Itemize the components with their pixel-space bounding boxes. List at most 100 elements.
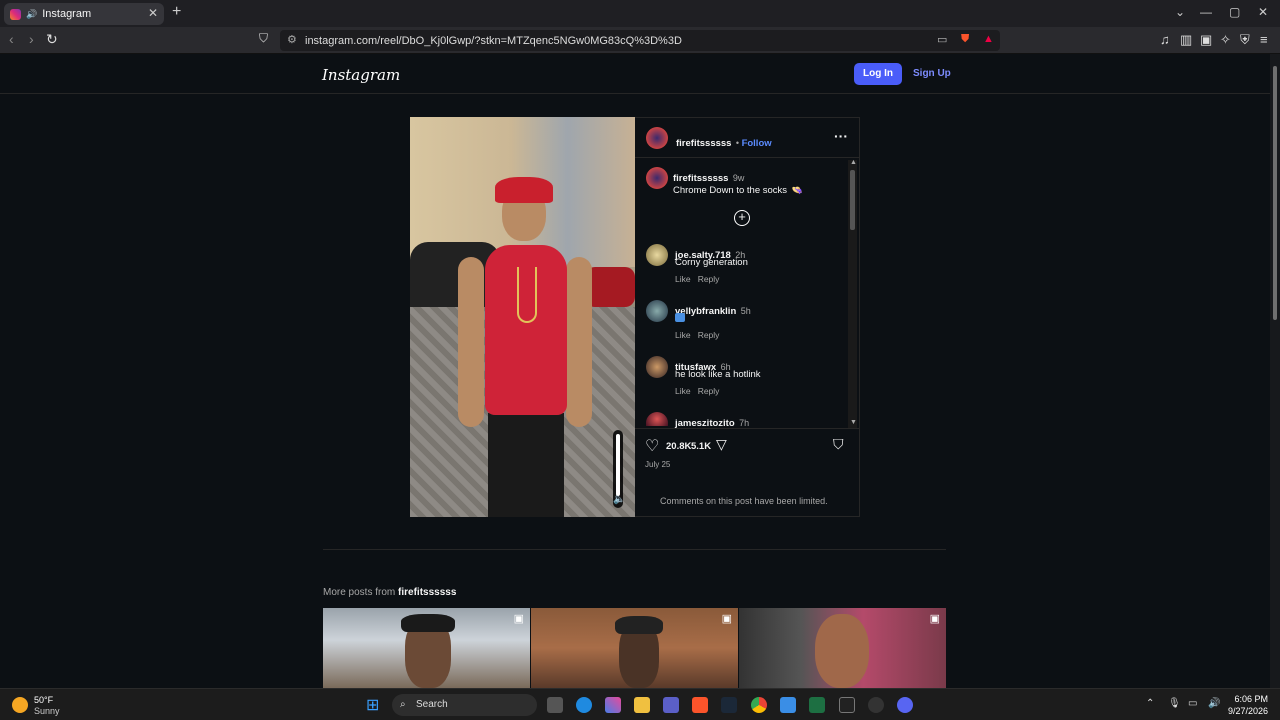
share-icon[interactable]: ▽ <box>716 436 727 453</box>
person-red-cap <box>495 177 553 203</box>
show-hidden-icons-icon[interactable]: ⌃ <box>1146 698 1154 709</box>
volume-icon[interactable]: 🔊 <box>1208 698 1220 709</box>
task-view-icon[interactable] <box>547 697 563 713</box>
tab-title: Instagram <box>42 8 92 20</box>
emoji-icon <box>675 313 685 322</box>
avatar[interactable] <box>646 127 668 149</box>
post-footer: ♡ 20.8K 5.1K ▽ ⛉ July 25 Comments on thi… <box>635 428 859 518</box>
new-tab-icon[interactable]: + <box>172 3 181 21</box>
speaker-icon[interactable]: 🔈 <box>613 494 625 505</box>
speaker-icon[interactable]: 🔊 <box>26 9 37 20</box>
brave-icon[interactable] <box>692 697 708 713</box>
more-posts-user[interactable]: firefitssssss <box>398 587 456 598</box>
sun-weather-icon[interactable] <box>12 697 28 713</box>
capcut-icon[interactable] <box>839 697 855 713</box>
browser-tab-bar: 🔊 Instagram ✕ + ⌄ — ▢ ✕ <box>0 0 1280 27</box>
page-scroll-thumb[interactable] <box>1273 66 1277 320</box>
cast-icon[interactable]: ▭ <box>937 33 947 46</box>
reply-comment-button[interactable]: Reply <box>698 330 720 340</box>
edge-icon[interactable] <box>576 697 592 713</box>
avatar[interactable] <box>646 300 668 322</box>
url-text: instagram.com/reel/DbO_Kj0lGwp/?stkn=MTZ… <box>305 34 682 47</box>
address-bar[interactable]: ⚙ instagram.com/reel/DbO_Kj0lGwp/?stkn=M… <box>280 30 1000 51</box>
close-window-icon[interactable]: ✕ <box>1258 5 1268 19</box>
post-username[interactable]: firefitssssss <box>676 138 731 149</box>
more-posts-prefix: More posts from <box>323 587 396 598</box>
search-label: Search <box>416 699 448 710</box>
steam-icon[interactable] <box>721 697 737 713</box>
leo-ai-icon[interactable]: ✧ <box>1220 32 1231 48</box>
person-face <box>815 614 869 688</box>
caption-text: Chrome Down to the socks <box>673 185 788 196</box>
more-options-icon[interactable]: ··· <box>834 128 848 144</box>
like-heart-icon[interactable]: ♡ <box>645 436 659 456</box>
like-comment-button[interactable]: Like <box>675 330 691 340</box>
weather-temp[interactable]: 50°F <box>34 695 53 705</box>
photos-icon[interactable] <box>780 697 796 713</box>
log-in-button[interactable]: Log In <box>854 63 902 85</box>
copilot-icon[interactable] <box>605 697 621 713</box>
avatar[interactable] <box>646 244 668 266</box>
load-more-comments-icon[interactable]: + <box>734 210 750 226</box>
likes-count: 20.8K <box>666 441 692 452</box>
person-arm <box>566 257 592 427</box>
back-icon[interactable]: ‹ <box>9 31 14 47</box>
excel-icon[interactable] <box>809 697 825 713</box>
sidebar-icon[interactable]: ▥ <box>1180 32 1192 48</box>
clock-time[interactable]: 6:06 PM <box>1234 694 1268 704</box>
brave-shield-icon[interactable]: ⛊ <box>961 33 969 46</box>
sign-up-link[interactable]: Sign Up <box>913 68 951 79</box>
post-thumbnail[interactable]: ▣ <box>739 608 946 688</box>
microphone-icon[interactable]: 🎙 <box>1168 698 1181 709</box>
minimize-icon[interactable]: — <box>1200 5 1212 19</box>
wallet-icon[interactable]: ▣ <box>1200 32 1212 48</box>
tab-list-chevron-icon[interactable]: ⌄ <box>1175 5 1185 19</box>
menu-icon[interactable]: ≡ <box>1260 32 1268 47</box>
comments-scroll-thumb[interactable] <box>850 170 855 230</box>
chrome-icon[interactable] <box>751 697 767 713</box>
comment-text: Corny generation <box>675 257 748 268</box>
teams-icon[interactable] <box>663 697 679 713</box>
save-bookmark-icon[interactable]: ⛉ <box>833 436 844 453</box>
vpn-icon[interactable]: ⛨ <box>1240 32 1250 48</box>
reel-video[interactable] <box>410 117 635 517</box>
network-icon[interactable]: ▭ <box>1188 698 1197 709</box>
brave-rewards-icon[interactable]: ▲ <box>983 33 994 45</box>
discord-icon[interactable] <box>897 697 913 713</box>
reply-comment-button[interactable]: Reply <box>698 386 720 396</box>
post-panel: firefitssssss • Follow ··· firefitssssss… <box>635 117 860 517</box>
comment-time: 5h <box>740 306 751 316</box>
taskbar-search[interactable]: ⌕ Search <box>392 694 537 716</box>
like-comment-button[interactable]: Like <box>675 274 691 284</box>
file-explorer-icon[interactable] <box>634 697 650 713</box>
clock-date[interactable]: 9/27/2026 <box>1226 706 1268 716</box>
site-info-icon[interactable]: ⚙ <box>287 33 297 46</box>
weather-condition[interactable]: Sunny <box>34 706 60 716</box>
post-thumbnail[interactable]: ▣ <box>531 608 738 688</box>
search-icon: ⌕ <box>400 699 406 710</box>
forward-icon[interactable]: › <box>29 31 34 47</box>
reply-comment-button[interactable]: Reply <box>698 274 720 284</box>
windows-start-icon[interactable]: ⊞ <box>366 695 379 715</box>
reel-icon: ▣ <box>513 613 524 625</box>
comments-count: 5.1K <box>691 441 712 452</box>
instagram-logo[interactable]: Instagram <box>322 66 400 84</box>
post-thumbnail[interactable]: ▣ <box>323 608 530 688</box>
avatar[interactable] <box>646 167 668 189</box>
reel-icon: ▣ <box>929 613 940 625</box>
reload-icon[interactable]: ↻ <box>46 31 58 48</box>
scroll-up-icon[interactable]: ▲ <box>850 159 857 166</box>
avatar[interactable] <box>646 412 668 426</box>
like-comment-button[interactable]: Like <box>675 386 691 396</box>
bookmark-icon[interactable]: ⛉ <box>259 31 268 46</box>
person-cap <box>615 616 663 634</box>
restore-icon[interactable]: ▢ <box>1229 5 1240 19</box>
scroll-down-icon[interactable]: ▼ <box>850 419 857 426</box>
tab-instagram[interactable]: 🔊 Instagram ✕ <box>4 3 164 25</box>
close-tab-icon[interactable]: ✕ <box>148 6 158 20</box>
browser-nav-bar: ‹ › ↻ ⛉ ⚙ instagram.com/reel/DbO_Kj0lGwp… <box>0 27 1280 54</box>
media-icon[interactable]: ♫ <box>1160 32 1170 47</box>
follow-button[interactable]: Follow <box>742 138 772 149</box>
avatar[interactable] <box>646 356 668 378</box>
app-icon[interactable] <box>868 697 884 713</box>
